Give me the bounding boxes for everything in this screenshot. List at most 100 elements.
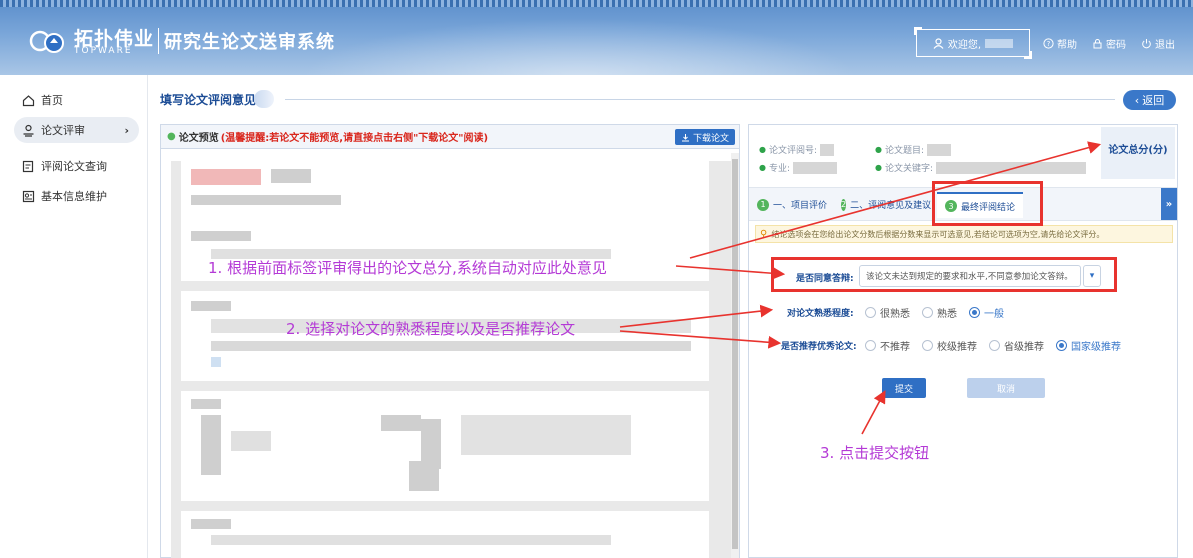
notice-text: 结论选项会在您给出论文分数后根据分数来显示可选意见,若结论可选项为空,请先给论文… (771, 229, 1105, 239)
radio-circle (1056, 340, 1067, 351)
major-label: 专业: (768, 164, 791, 174)
document-page (181, 511, 709, 558)
sidebar-item-query[interactable]: 评阅论文查询 (14, 153, 139, 179)
recommend-option[interactable]: 不推荐 (865, 338, 910, 353)
annotation-step3: 3. 点击提交按钮 (820, 444, 930, 462)
total-score-box: 论文总分(分) (1101, 127, 1175, 179)
sidebar-item-label: 基本信息维护 (41, 190, 107, 203)
sidebar-item-review[interactable]: 论文评审 › (14, 117, 139, 143)
download-thesis-button[interactable]: 下载论文 (674, 129, 735, 145)
sidebar-item-label: 首页 (41, 94, 63, 107)
svg-text:?: ? (1047, 40, 1051, 48)
logo-divider (158, 28, 159, 54)
lock-icon (1093, 39, 1102, 49)
profile-icon (22, 190, 35, 202)
help-link[interactable]: ? 帮助 (1043, 36, 1077, 51)
chevron-right-icon: › (124, 123, 129, 137)
familiarity-option[interactable]: 很熟悉 (865, 305, 910, 320)
tab-number: 1 (757, 198, 769, 211)
submit-button[interactable]: 提交 (882, 378, 926, 398)
download-icon (681, 133, 689, 141)
bullet-dot-icon: ● (167, 131, 176, 142)
help-circle-icon: ? (1043, 38, 1054, 49)
bullet-dot-icon: ● (875, 163, 882, 172)
welcome-user[interactable]: 欢迎您, (914, 27, 1032, 59)
bullet-dot-icon: ● (759, 163, 766, 172)
tab-label: 一、项目评价 (773, 201, 828, 211)
app-title: 研究生论文送审系统 (164, 32, 335, 53)
recommend-radio-group: 不推荐 校级推荐 省级推荐 国家级推荐 (865, 338, 1121, 353)
search-doc-icon (22, 160, 34, 172)
familiarity-label: 对论文熟悉程度: (787, 309, 854, 319)
download-label: 下载论文 (692, 133, 729, 144)
keywords-field: ● 论文关键字: (875, 161, 1087, 174)
scrollbar-thumb[interactable] (732, 159, 738, 549)
header-background-art (300, 18, 860, 75)
user-review-icon (23, 124, 34, 137)
tab-label: 二、评阅意见及建议 (850, 201, 931, 211)
sidebar-item-home[interactable]: 首页 (14, 87, 139, 113)
tab-review-comments[interactable]: 2 二、评阅意见及建议 (841, 198, 931, 211)
logo-icon (29, 30, 64, 53)
keywords-label: 论文关键字: (884, 164, 934, 174)
recommend-option[interactable]: 校级推荐 (922, 338, 977, 353)
page-title-text: 填写论文评阅意见 (160, 92, 257, 107)
review-no-field: ● 论文评阅号: (759, 143, 835, 156)
thesis-meta: ● 论文评阅号: ● 论文题目: ● 专业: ● 论文关键字: (749, 125, 1101, 183)
preview-warning: (温馨提醒:若论文不能预览,请直接点击右侧"下载论文"阅读) (220, 133, 489, 144)
review-no-label: 论文评阅号: (768, 146, 818, 156)
chevron-left-icon: ‹ (1134, 93, 1140, 107)
radio-circle (969, 307, 980, 318)
preview-header: ● 论文预览 (温馨提醒:若论文不能预览,请直接点击右侧"下载论文"阅读) (161, 125, 739, 149)
radio-circle (865, 340, 876, 351)
total-score-label: 论文总分(分) (1108, 145, 1168, 156)
power-icon (1142, 39, 1151, 49)
help-label: 帮助 (1057, 40, 1077, 51)
thesis-title-label: 论文题目: (884, 146, 925, 156)
logo-subtext: TOPWARE (74, 46, 133, 56)
sidebar-item-label: 评阅论文查询 (41, 160, 107, 173)
back-button[interactable]: ‹ 返回 (1123, 90, 1176, 110)
annotation-step1: 1. 根据前面标签评审得出的论文总分,系统自动对应此处意见 (208, 259, 607, 277)
thesis-preview-panel: ● 论文预览 (温馨提醒:若论文不能预览,请直接点击右侧"下载论文"阅读) 下载… (160, 124, 740, 558)
cancel-button[interactable]: 取消 (967, 378, 1045, 398)
user-name-redacted (985, 38, 1014, 48)
familiarity-option[interactable]: 熟悉 (922, 305, 957, 320)
welcome-text: 欢迎您, (947, 39, 982, 51)
sidebar-item-label: 论文评审 (41, 124, 85, 137)
tabs-scroll-right-button[interactable]: » (1161, 188, 1177, 220)
radio-circle (922, 307, 933, 318)
bullet-dot-icon: ● (759, 145, 766, 154)
header-stripe (0, 0, 1193, 7)
preview-label: 论文预览 (178, 133, 219, 144)
tab-project-evaluation[interactable]: 1 一、项目评价 (757, 198, 827, 211)
sidebar: 首页 论文评审 › 评阅论文查询 基本信息维护 (0, 75, 148, 558)
logout-label: 退出 (1155, 40, 1175, 51)
bullet-dot-icon: ● (875, 145, 882, 154)
logout-link[interactable]: 退出 (1141, 36, 1175, 51)
annotation-box-tab (932, 181, 1043, 226)
annotation-step2: 2. 选择对论文的熟悉程度以及是否推荐论文 (286, 320, 576, 338)
radio-circle (922, 340, 933, 351)
sidebar-item-profile[interactable]: 基本信息维护 (14, 183, 139, 209)
title-divider (285, 99, 1115, 100)
major-field: ● 专业: (759, 161, 838, 174)
preview-scrollbar[interactable] (731, 153, 739, 558)
radio-circle (989, 340, 1000, 351)
page-title: 填写论文评阅意见 (160, 89, 275, 109)
password-link[interactable]: 密码 (1092, 36, 1126, 51)
lightbulb-icon: ⚲ (760, 228, 768, 240)
radio-circle (865, 307, 876, 318)
familiarity-radio-group: 很熟悉 熟悉 一般 (865, 305, 1004, 320)
title-pill (254, 90, 275, 108)
app-header: 拓扑伟业 TOPWARE 研究生论文送审系统 欢迎您, ? 帮助 密码 退出 (0, 0, 1193, 75)
recommend-option[interactable]: 国家级推荐 (1056, 338, 1121, 353)
password-label: 密码 (1106, 40, 1126, 51)
document-viewer[interactable] (171, 161, 731, 558)
familiarity-option[interactable]: 一般 (969, 305, 1004, 320)
conclusion-notice: ⚲ 结论选项会在您给出论文分数后根据分数来显示可选意见,若结论可选项为空,请先给… (755, 225, 1173, 243)
home-icon (22, 94, 35, 106)
tab-number: 2 (841, 198, 847, 211)
recommend-option[interactable]: 省级推荐 (989, 338, 1044, 353)
back-label: 返回 (1142, 94, 1165, 107)
